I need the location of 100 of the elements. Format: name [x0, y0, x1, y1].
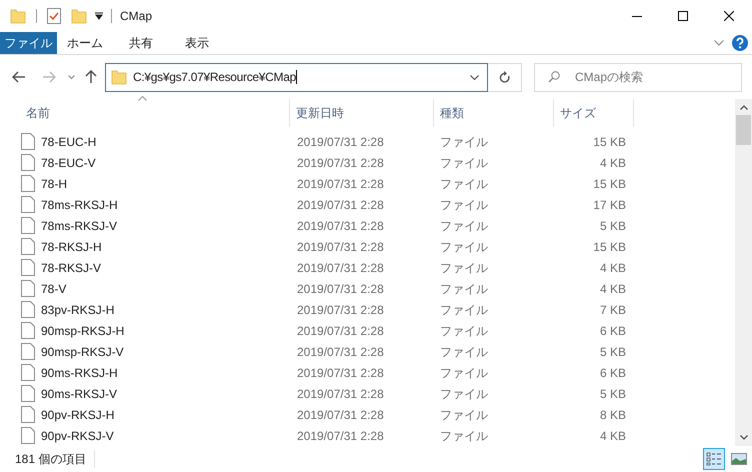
- ribbon-tab[interactable]: ホーム: [57, 32, 113, 54]
- file-row[interactable]: 78ms-RKSJ-H 2019/07/31 2:28 ファイル 17 KB: [18, 194, 735, 215]
- file-size: 15 KB: [592, 134, 626, 150]
- file-name: 78-EUC-V: [41, 154, 96, 172]
- file-icon: [21, 322, 35, 339]
- file-type: ファイル: [439, 386, 489, 402]
- expand-ribbon-icon[interactable]: [714, 40, 724, 46]
- refresh-icon: [498, 70, 510, 84]
- scroll-up-icon[interactable]: [740, 105, 748, 110]
- properties-icon[interactable]: [47, 8, 61, 24]
- file-row[interactable]: 83pv-RKSJ-H 2019/07/31 2:28 ファイル 7 KB: [18, 299, 735, 320]
- file-icon: [21, 301, 35, 318]
- column-header[interactable]: 種類: [434, 99, 554, 127]
- scroll-down-icon[interactable]: [740, 435, 748, 440]
- file-tab[interactable]: ファイル: [0, 32, 57, 54]
- search-field[interactable]: CMapの検索: [534, 62, 742, 92]
- file-row[interactable]: 90ms-RKSJ-V 2019/07/31 2:28 ファイル 5 KB: [18, 383, 735, 404]
- address-field[interactable]: C:¥gs¥gs7.07¥Resource¥CMap: [105, 62, 488, 92]
- column-header[interactable]: 名前: [18, 99, 290, 127]
- file-size: 4 KB: [598, 428, 626, 444]
- modified-date: 2019/07/31 2:28: [296, 196, 385, 214]
- file-row[interactable]: 78-EUC-V 2019/07/31 2:28 ファイル 4 KB: [18, 152, 735, 173]
- file-type: ファイル: [439, 218, 489, 234]
- modified-date: 2019/07/31 2:28: [296, 344, 385, 360]
- modified-date: 2019/07/31 2:28: [296, 406, 385, 424]
- file-name: 78-H: [41, 176, 68, 192]
- file-row[interactable]: 78-RKSJ-H 2019/07/31 2:28 ファイル 15 KB: [18, 236, 735, 257]
- details-view-button[interactable]: [703, 448, 725, 470]
- address-dropdown-icon[interactable]: [470, 74, 479, 80]
- column-header[interactable]: サイズ: [554, 99, 634, 127]
- file-type: ファイル: [439, 154, 489, 172]
- sort-ascending-icon: [138, 96, 147, 101]
- file-type: ファイル: [439, 260, 489, 276]
- file-row[interactable]: 90msp-RKSJ-H 2019/07/31 2:28 ファイル 6 KB: [18, 320, 735, 341]
- file-type: ファイル: [439, 238, 489, 256]
- file-name: 83pv-RKSJ-H: [41, 302, 114, 318]
- file-name: 90pv-RKSJ-V: [41, 428, 114, 444]
- file-type: ファイル: [439, 364, 489, 382]
- file-name: 78ms-RKSJ-V: [41, 218, 118, 234]
- file-icon: [21, 133, 35, 150]
- modified-date: 2019/07/31 2:28: [296, 280, 385, 298]
- file-type: ファイル: [439, 302, 489, 318]
- file-icon: [21, 406, 35, 423]
- file-type: ファイル: [439, 322, 489, 340]
- file-type: ファイル: [439, 280, 489, 298]
- file-icon: [21, 259, 35, 276]
- ribbon-tab[interactable]: 表示: [169, 32, 225, 54]
- modified-date: 2019/07/31 2:28: [296, 218, 385, 234]
- file-size: 15 KB: [592, 176, 626, 192]
- file-row[interactable]: 78-EUC-H 2019/07/31 2:28 ファイル 15 KB: [18, 131, 735, 152]
- modified-date: 2019/07/31 2:28: [296, 364, 385, 382]
- file-row[interactable]: 90pv-RKSJ-H 2019/07/31 2:28 ファイル 8 KB: [18, 404, 735, 425]
- folder-icon: [10, 8, 26, 24]
- up-arrow-icon[interactable]: [85, 70, 97, 84]
- back-arrow-icon[interactable]: [12, 71, 26, 83]
- file-row[interactable]: 78ms-RKSJ-V 2019/07/31 2:28 ファイル 5 KB: [18, 215, 735, 236]
- scrollbar[interactable]: [735, 99, 752, 446]
- modified-date: 2019/07/31 2:28: [296, 302, 385, 318]
- file-name: 90ms-RKSJ-V: [41, 386, 118, 402]
- modified-date: 2019/07/31 2:28: [296, 322, 385, 340]
- file-icon: [21, 280, 35, 297]
- file-name: 90msp-RKSJ-H: [41, 322, 124, 340]
- file-row[interactable]: 90msp-RKSJ-V 2019/07/31 2:28 ファイル 5 KB: [18, 341, 735, 362]
- file-name: 90ms-RKSJ-H: [41, 364, 118, 382]
- scroll-thumb[interactable]: [736, 115, 751, 145]
- address-text: C:¥gs¥gs7.07¥Resource¥CMap: [133, 69, 296, 86]
- file-name: 78-RKSJ-H: [41, 238, 102, 256]
- file-row[interactable]: 78-RKSJ-V 2019/07/31 2:28 ファイル 4 KB: [18, 257, 735, 278]
- file-type: ファイル: [439, 196, 489, 214]
- modified-date: 2019/07/31 2:28: [296, 134, 385, 150]
- refresh-button[interactable]: [488, 62, 522, 92]
- file-name: 90pv-RKSJ-H: [41, 406, 114, 424]
- file-icon: [21, 175, 35, 192]
- file-row[interactable]: 78-V 2019/07/31 2:28 ファイル 4 KB: [18, 278, 735, 299]
- file-row[interactable]: 90pv-RKSJ-V 2019/07/31 2:28 ファイル 4 KB: [18, 425, 735, 446]
- file-icon: [21, 238, 35, 255]
- file-type: ファイル: [439, 428, 489, 444]
- file-size: 8 KB: [598, 406, 626, 424]
- column-header[interactable]: 更新日時: [290, 99, 434, 127]
- ribbon-tab[interactable]: 共有: [113, 32, 169, 54]
- file-icon: [21, 385, 35, 402]
- help-icon[interactable]: [732, 35, 748, 51]
- file-name: 78-V: [41, 280, 66, 298]
- file-name: 78-EUC-H: [41, 134, 96, 150]
- file-icon: [21, 343, 35, 360]
- recent-locations-icon[interactable]: [68, 74, 75, 80]
- folder-icon: [111, 69, 127, 85]
- file-name: 78-RKSJ-V: [41, 260, 102, 276]
- file-type: ファイル: [439, 176, 489, 192]
- modified-date: 2019/07/31 2:28: [296, 154, 385, 172]
- file-icon: [21, 154, 35, 171]
- dropdown-icon[interactable]: [95, 12, 103, 20]
- file-icon: [21, 364, 35, 381]
- file-name: 90msp-RKSJ-V: [41, 344, 124, 360]
- file-size: 5 KB: [598, 218, 626, 234]
- file-size: 17 KB: [592, 196, 626, 214]
- new-folder-icon: [71, 8, 87, 24]
- file-row[interactable]: 78-H 2019/07/31 2:28 ファイル 15 KB: [18, 173, 735, 194]
- file-row[interactable]: 90ms-RKSJ-H 2019/07/31 2:28 ファイル 6 KB: [18, 362, 735, 383]
- file-size: 5 KB: [598, 344, 626, 360]
